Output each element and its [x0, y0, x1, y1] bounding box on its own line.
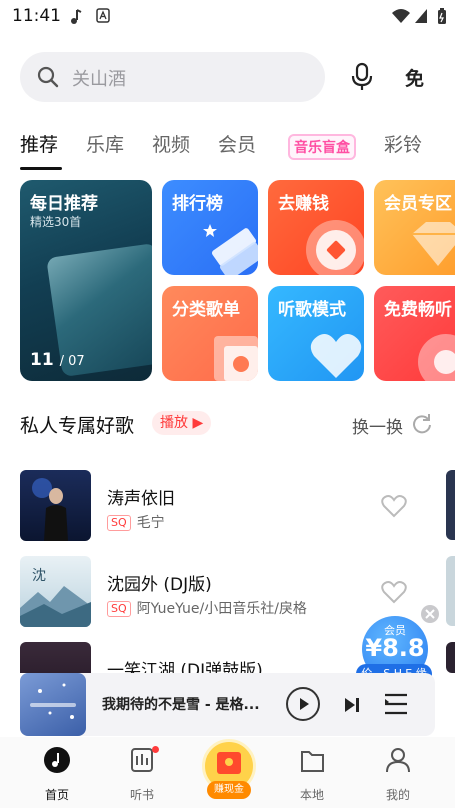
- nav-home[interactable]: 首页: [22, 743, 92, 802]
- song-title: 涛声依旧: [107, 489, 175, 509]
- ranking-card[interactable]: 排行榜: [162, 180, 258, 275]
- nav-home-label: 首页: [44, 788, 69, 802]
- nav-local-label: 本地: [299, 788, 324, 802]
- earn-money-card[interactable]: 去赚钱: [268, 180, 364, 275]
- search-placeholder: 关山酒: [72, 69, 126, 90]
- status-time: 11:41: [12, 6, 61, 26]
- song-cover: [20, 470, 91, 541]
- tab-vip[interactable]: 会员: [218, 130, 256, 157]
- song-meta: SQ 毛宁: [107, 512, 165, 532]
- free-listen-icon[interactable]: 免: [403, 64, 433, 92]
- daily-month: / 07: [59, 354, 85, 369]
- microphone-icon[interactable]: [348, 62, 376, 92]
- tab-active-indicator: [20, 167, 62, 170]
- audiobook-icon: [131, 748, 153, 772]
- ranking-card-title: 排行榜: [172, 194, 223, 214]
- refresh-button[interactable]: 换一换: [352, 413, 403, 438]
- vip-zone-card[interactable]: 会员专区: [374, 180, 455, 275]
- tab-ringtone[interactable]: 彩铃: [384, 130, 422, 157]
- player-title: 我期待的不是雪 - 是格...: [102, 697, 260, 713]
- wifi-icon: [392, 9, 410, 23]
- play-all-button[interactable]: 播放 ▶: [152, 411, 212, 435]
- mode-card-title: 听歌模式: [278, 300, 346, 320]
- play-triangle-icon: ▶: [192, 415, 204, 431]
- next-page-thumb: [446, 642, 455, 673]
- nav-mine[interactable]: 我的: [363, 743, 433, 802]
- status-bar: 11:41: [0, 0, 455, 34]
- daily-recommend-card[interactable]: 每日推荐 精选30首 11 / 07: [20, 180, 152, 381]
- cover-art: [32, 478, 68, 541]
- nav-earn-cash-label: 赚现金: [207, 781, 251, 799]
- play-all-label: 播放: [160, 415, 188, 431]
- daily-card-title: 每日推荐: [30, 194, 98, 214]
- play-button[interactable]: [286, 687, 320, 721]
- nav-audiobook[interactable]: 听书: [107, 743, 177, 802]
- cover-art: 沈: [20, 568, 91, 627]
- folder-icon: [301, 751, 324, 772]
- daily-day: 11: [30, 350, 54, 370]
- user-icon: [386, 748, 410, 773]
- vip-card-title: 会员专区: [384, 194, 452, 214]
- next-track-icon[interactable]: [342, 695, 362, 715]
- song-title: 沈园外 (DJ版): [107, 575, 212, 595]
- search-input[interactable]: 关山酒: [20, 52, 325, 102]
- cover-art: [30, 683, 76, 719]
- song-row[interactable]: 沈 沈园外 (DJ版) SQ 阿YueYue/小田音乐社/戾格: [0, 556, 440, 628]
- album-stack-icon: [214, 336, 258, 381]
- music-note-icon: [71, 9, 82, 24]
- song-row[interactable]: 涛声依旧 SQ 毛宁: [0, 470, 440, 542]
- signal-icon: [415, 9, 427, 23]
- nav-earn-cash[interactable]: 赚现金: [202, 737, 256, 799]
- tab-recommend[interactable]: 推荐: [20, 130, 58, 157]
- category-card-title: 分类歌单: [172, 300, 240, 320]
- ranking-bars-icon: [203, 224, 258, 275]
- vinyl-icon: [418, 334, 455, 381]
- song-title: 一笑江湖 (DJ弹鼓版): [107, 661, 263, 673]
- font-a-icon: [96, 8, 110, 23]
- player-cover: [20, 673, 86, 736]
- next-page-thumb: [446, 556, 455, 626]
- category-playlist-card[interactable]: 分类歌单: [162, 286, 258, 381]
- home-disc-icon: [44, 747, 70, 773]
- refresh-icon[interactable]: [411, 412, 433, 434]
- daily-card-subtitle: 精选30首: [30, 215, 82, 229]
- coin-icon: [306, 220, 364, 275]
- svg-text:沈: 沈: [32, 568, 46, 584]
- tab-library[interactable]: 乐库: [86, 130, 124, 157]
- tab-video[interactable]: 视频: [152, 130, 190, 157]
- sq-badge: SQ: [107, 601, 131, 617]
- heart-icon[interactable]: [381, 494, 407, 518]
- nav-mine-label: 我的: [385, 788, 410, 802]
- free-card-title: 免费畅听: [384, 300, 452, 320]
- song-cover: [20, 642, 91, 673]
- song-artist: 阿YueYue/小田音乐社/戾格: [136, 601, 307, 617]
- battery-icon: [438, 8, 446, 24]
- song-artist: 毛宁: [136, 515, 165, 531]
- close-icon[interactable]: [421, 605, 439, 623]
- heart-mode-icon: [310, 334, 362, 378]
- tab-bar: 推荐 乐库 视频 会员 音乐盲盒 彩铃: [0, 130, 455, 170]
- playlist-icon[interactable]: [384, 693, 408, 715]
- daily-card-date: 11 / 07: [30, 350, 85, 370]
- song-meta: SQ 阿YueYue/小田音乐社/戾格: [107, 598, 307, 618]
- vip-promo-price: ¥8.8: [365, 634, 425, 662]
- next-page-thumb: [446, 470, 455, 540]
- notification-dot: [152, 746, 159, 753]
- free-listen-card[interactable]: 免费畅听: [374, 286, 455, 381]
- bottom-nav: 首页 听书 赚现金 本地 我的: [0, 737, 455, 808]
- mini-player[interactable]: 我期待的不是雪 - 是格...: [20, 673, 435, 736]
- song-cover: 沈: [20, 556, 91, 627]
- diamond-icon: [412, 222, 455, 266]
- section-title: 私人专属好歌: [20, 415, 135, 437]
- search-icon: [37, 66, 59, 88]
- sq-badge: SQ: [107, 515, 131, 531]
- nav-audiobook-label: 听书: [129, 788, 154, 802]
- play-icon: [300, 698, 309, 710]
- heart-icon[interactable]: [381, 580, 407, 604]
- tab-music-blind-box[interactable]: 音乐盲盒: [288, 134, 356, 160]
- earn-card-title: 去赚钱: [278, 194, 329, 214]
- svg-text:免: 免: [405, 67, 424, 90]
- nav-local[interactable]: 本地: [277, 743, 347, 802]
- listen-mode-card[interactable]: 听歌模式: [268, 286, 364, 381]
